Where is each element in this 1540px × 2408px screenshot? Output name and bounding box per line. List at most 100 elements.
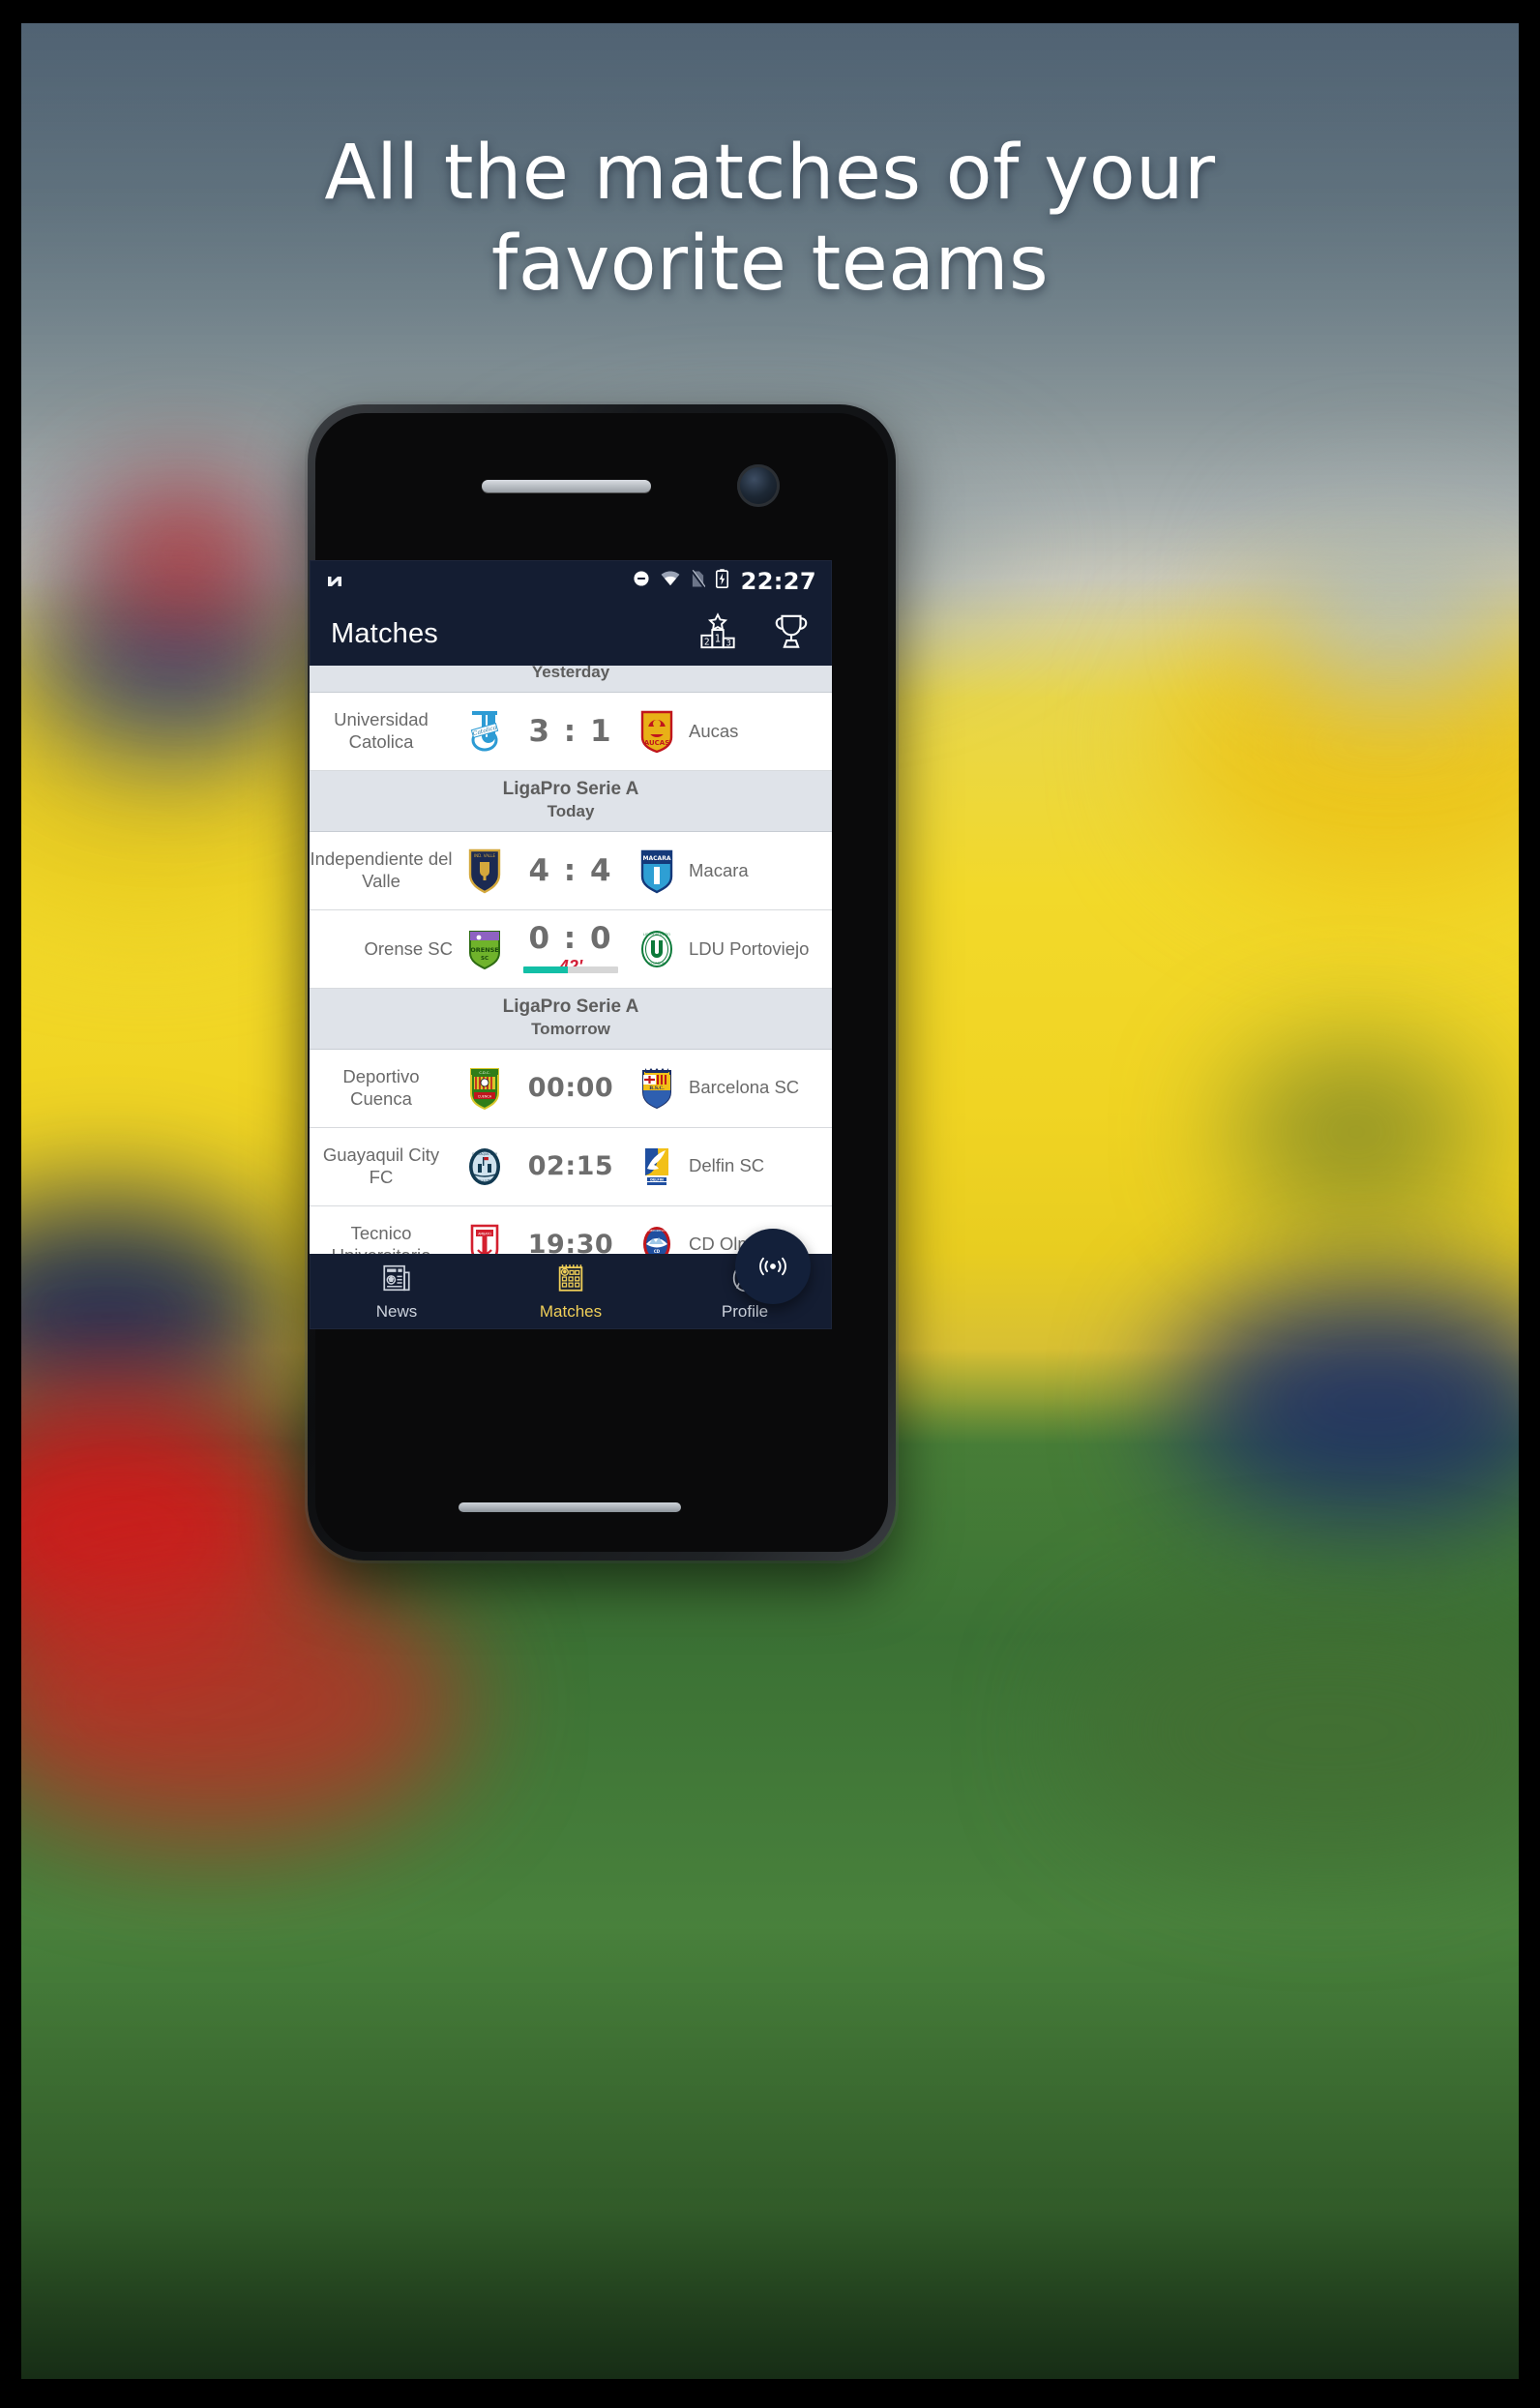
delfin-sc-crest: DELFIN bbox=[635, 1143, 679, 1191]
android-n-icon bbox=[325, 572, 344, 591]
match-center: 19:30 bbox=[507, 1230, 635, 1254]
nav-label-news: News bbox=[375, 1302, 418, 1321]
status-bar-right: 22:27 bbox=[633, 568, 816, 595]
match-row[interactable]: Deportivo Cuenca C.D.C. CUENCA 00:00 B.S.C. B… bbox=[310, 1049, 832, 1128]
match-row[interactable]: Independiente del Valle IND. VALLE 4 : 4 MA… bbox=[310, 831, 832, 910]
nav-item-news[interactable]: News bbox=[310, 1262, 484, 1322]
status-bar-left bbox=[325, 572, 344, 591]
page-title: Matches bbox=[331, 617, 438, 649]
aucas-crest: AUCAS bbox=[635, 707, 679, 756]
wifi-icon bbox=[661, 571, 680, 591]
home-team-name: Deportivo Cuenca bbox=[342, 1066, 420, 1109]
promo-headline-line2: favorite teams bbox=[490, 220, 1050, 308]
sim-card-off-icon bbox=[690, 569, 706, 593]
away-team-name: Aucas bbox=[689, 720, 739, 741]
promo-headline-line1: All the matches of your bbox=[324, 130, 1216, 217]
phone-mockup: 22:27 Matches 1 2 3 Yesterday Universida… bbox=[308, 404, 1231, 1561]
home-team: Independiente del Valle IND. VALLE bbox=[310, 847, 507, 895]
away-team: AUCAS Aucas bbox=[635, 707, 832, 756]
away-team: MACARA Macara bbox=[635, 847, 832, 895]
group-day-label: Tomorrow bbox=[531, 1019, 610, 1038]
phone-screen: 22:27 Matches 1 2 3 Yesterday Universida… bbox=[310, 560, 832, 1329]
match-group-header: LigaPro Serie A Tomorrow bbox=[310, 988, 832, 1050]
svg-text:ORENSE: ORENSE bbox=[470, 946, 499, 954]
svg-text:MACARA: MACARA bbox=[643, 855, 671, 862]
home-team-name: Tecnico Universitario bbox=[332, 1223, 431, 1254]
calendar-icon bbox=[554, 1262, 587, 1299]
group-day-label: Yesterday bbox=[531, 666, 610, 681]
trophy-icon[interactable] bbox=[772, 612, 811, 656]
standings-podium-icon[interactable]: 1 2 3 bbox=[698, 611, 737, 656]
home-team-name: Guayaquil City FC bbox=[322, 1145, 440, 1187]
match-center: 00:00 bbox=[507, 1073, 635, 1103]
svg-text:DELFIN: DELFIN bbox=[650, 1177, 664, 1181]
letterbox-top bbox=[0, 0, 1540, 23]
home-team: Tecnico Universitario AMBATO bbox=[310, 1221, 507, 1254]
away-team-name: Delfin SC bbox=[689, 1155, 765, 1176]
match-result: 4 : 4 bbox=[528, 852, 613, 888]
nav-label-matches: Matches bbox=[539, 1302, 603, 1321]
match-result: 02:15 bbox=[527, 1151, 614, 1182]
status-bar-clock: 22:27 bbox=[740, 567, 816, 595]
group-league-label: LigaPro Serie A bbox=[502, 996, 639, 1017]
live-progress-bar bbox=[523, 966, 618, 973]
group-day-label: Today bbox=[547, 801, 595, 820]
independiente-del-valle-crest: IND. VALLE bbox=[462, 847, 507, 895]
do-not-disturb-icon bbox=[633, 570, 650, 592]
earpiece-speaker bbox=[482, 480, 651, 492]
svg-text:GUAYAQUIL CITY: GUAYAQUIL CITY bbox=[472, 1152, 497, 1156]
home-team-name: Orense SC bbox=[364, 937, 453, 959]
android-status-bar: 22:27 bbox=[310, 560, 832, 602]
svg-text:CUENCA: CUENCA bbox=[478, 1094, 492, 1098]
live-broadcast-fab[interactable] bbox=[735, 1229, 811, 1304]
group-league-label: LigaPro Serie A bbox=[502, 779, 639, 799]
home-team: Universidad Catolica Catolica bbox=[310, 707, 507, 756]
ldu-portoviejo-crest: LIGA PORTOVIEJO ECUADOR bbox=[635, 925, 679, 973]
cd-olmedo-crest: DEPORTIVOCDO bbox=[635, 1221, 679, 1254]
orense-sc-crest: ORENSE SC bbox=[462, 925, 507, 973]
svg-text:LIGA PORTOVIEJO: LIGA PORTOVIEJO bbox=[643, 933, 670, 936]
away-team: B.S.C. Barcelona SC bbox=[635, 1064, 832, 1113]
svg-text:IND. VALLE: IND. VALLE bbox=[474, 853, 495, 858]
match-result: 3 : 1 bbox=[528, 714, 613, 749]
guayaquil-city-crest: GUAYAQUIL CITY C L U B bbox=[462, 1143, 507, 1191]
svg-text:2: 2 bbox=[704, 637, 710, 647]
away-team-name: Macara bbox=[689, 859, 749, 880]
svg-text:C.D.C.: C.D.C. bbox=[479, 1071, 489, 1075]
match-row[interactable]: Universidad Catolica Catolica 3 : 1 AUCAS Au… bbox=[310, 693, 832, 771]
letterbox-right bbox=[1519, 0, 1540, 2408]
app-bar: Matches 1 2 3 bbox=[310, 602, 832, 666]
svg-text:DEPORTIVO: DEPORTIVO bbox=[648, 1229, 666, 1233]
bottom-speaker bbox=[459, 1502, 681, 1512]
match-group-header: Yesterday bbox=[310, 666, 832, 693]
match-center: 4 : 4 bbox=[507, 853, 635, 888]
match-row[interactable]: Guayaquil City FC GUAYAQUIL CITY C L U B 02… bbox=[310, 1127, 832, 1206]
letterbox-bottom bbox=[0, 2379, 1540, 2408]
match-result: 00:00 bbox=[527, 1073, 614, 1104]
newspaper-icon bbox=[380, 1262, 413, 1299]
nav-item-matches[interactable]: Matches bbox=[484, 1262, 658, 1322]
svg-text:AMBATO: AMBATO bbox=[478, 1232, 491, 1235]
match-result: 19:30 bbox=[527, 1230, 614, 1254]
match-center: 0 : 042' bbox=[507, 921, 635, 977]
match-group-header: LigaPro Serie A Today bbox=[310, 771, 832, 832]
letterbox-left bbox=[0, 0, 21, 2408]
nav-label-profile: Profile bbox=[721, 1302, 769, 1321]
match-row[interactable]: Orense SCORENSESC0 : 042'LIGA PORTOVIEJO… bbox=[310, 909, 832, 989]
svg-text:C L U B: C L U B bbox=[480, 1178, 490, 1182]
battery-charging-icon bbox=[715, 569, 728, 593]
svg-text:1: 1 bbox=[715, 633, 721, 644]
home-team: Guayaquil City FC GUAYAQUIL CITY C L U B bbox=[310, 1143, 507, 1191]
front-camera bbox=[737, 464, 780, 507]
svg-text:ECUADOR: ECUADOR bbox=[649, 962, 666, 966]
match-result: 0 : 0 bbox=[528, 920, 613, 956]
away-team-name: LDU Portoviejo bbox=[689, 937, 810, 959]
phone-body: 22:27 Matches 1 2 3 Yesterday Universida… bbox=[308, 404, 896, 1561]
away-team: LIGA PORTOVIEJO ECUADOR LDU Portoviejo bbox=[635, 925, 832, 973]
macara-crest: MACARA bbox=[635, 847, 679, 895]
home-team: Deportivo Cuenca C.D.C. CUENCA bbox=[310, 1064, 507, 1113]
match-list[interactable]: Yesterday Universidad Catolica Catolica 3 :… bbox=[310, 666, 832, 1254]
deportivo-cuenca-crest: C.D.C. CUENCA bbox=[462, 1064, 507, 1113]
promo-headline: All the matches of your favorite teams bbox=[0, 134, 1540, 308]
away-team: DELFIN Delfin SC bbox=[635, 1143, 832, 1191]
